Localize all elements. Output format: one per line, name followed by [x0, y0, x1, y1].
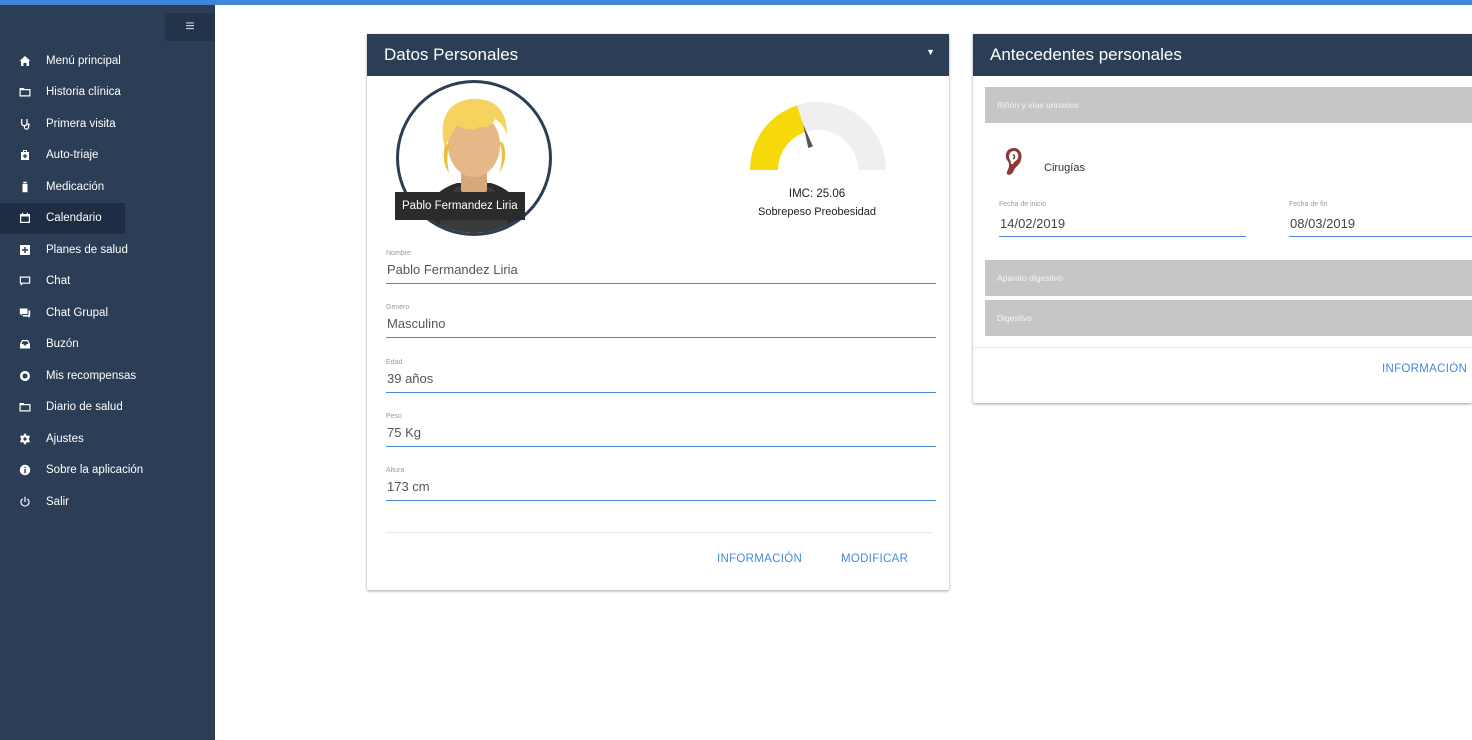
gear-icon — [16, 433, 34, 445]
group-chat-icon — [16, 307, 34, 319]
sidebar-item-planes-de-salud[interactable]: Planes de salud — [0, 234, 215, 266]
sidebar-item-label: Sobre la aplicación — [46, 464, 144, 477]
field-value: 08/03/2019 — [1289, 211, 1472, 237]
sidebar-item-sobre-la-aplicacion[interactable]: Sobre la aplicación — [0, 455, 215, 487]
sidebar-item-salir[interactable]: Salir — [0, 486, 215, 518]
stethoscope-icon — [16, 118, 34, 130]
sidebar-nav: Menú principal Historia clínica Primera … — [0, 45, 215, 518]
sidebar-item-label: Auto-triaje — [46, 149, 99, 162]
gender-field[interactable]: Genero Masculino — [386, 304, 936, 338]
imc-value: IMC: 25.06 — [788, 188, 846, 200]
sidebar-item-diario-de-salud[interactable]: Diario de salud — [0, 392, 215, 424]
sidebar-item-auto-triaje[interactable]: Auto-triaje — [0, 140, 215, 172]
sidebar-item-label: Chat Grupal — [46, 306, 109, 319]
sidebar-item-medicacion[interactable]: Medicación — [0, 171, 215, 203]
sidebar-item-label: Planes de salud — [46, 243, 128, 256]
hamburger-icon: ≡ — [185, 18, 195, 35]
field-value: 14/02/2019 — [999, 211, 1246, 237]
accordion-label: Riñón y vías urinarios — [997, 100, 1079, 110]
sidebar-item-primera-visita[interactable]: Primera visita — [0, 108, 215, 140]
sidebar-item-label: Ajustes — [46, 432, 84, 445]
personal-data-header[interactable]: Datos Personales ▼ — [367, 34, 949, 76]
field-label: Peso — [386, 413, 402, 420]
imc-gauge-fill — [750, 105, 806, 170]
sidebar-item-menu-principal[interactable]: Menú principal — [0, 45, 215, 77]
information-button[interactable]: INFORMACIÓN — [717, 553, 802, 565]
accordion-label: Digestivo — [997, 313, 1032, 323]
caret-down-icon[interactable]: ▼ — [926, 47, 935, 57]
sidebar-item-buzon[interactable]: Buzón — [0, 329, 215, 361]
info-icon — [16, 464, 34, 476]
folder-icon — [16, 86, 34, 98]
field-label: Fecha de inicio — [999, 201, 1047, 208]
history-information-button[interactable]: INFORMACIÓN — [1382, 363, 1467, 375]
field-value: 75 Kg — [386, 423, 936, 447]
field-label: Fecha de fin — [1289, 201, 1328, 208]
power-icon — [16, 496, 34, 508]
bottle-icon — [16, 181, 34, 193]
sidebar-item-mis-recompensas[interactable]: Mis recompensas — [0, 360, 215, 392]
sidebar-item-label: Mis recompensas — [46, 369, 137, 382]
field-value: Pablo Fermandez Liria — [386, 260, 936, 284]
sidebar-item-label: Menú principal — [46, 54, 121, 67]
weight-field[interactable]: Peso 75 Kg — [386, 413, 936, 447]
folder-icon — [16, 401, 34, 413]
avatar-name-badge: Pablo Fermandez Liria — [395, 192, 525, 220]
ear-icon — [1005, 148, 1022, 175]
field-label: Nombre — [386, 250, 411, 257]
top-accent-bar — [0, 0, 1472, 5]
plus-box-icon — [16, 244, 34, 256]
accordion-renal[interactable]: Riñón y vías urinarios — [985, 87, 1472, 123]
sidebar-item-chat-grupal[interactable]: Chat Grupal — [0, 297, 215, 329]
accordion-label: Aparato digestivo — [997, 273, 1063, 283]
card-divider — [973, 347, 1472, 348]
reward-icon — [16, 370, 34, 382]
menu-toggle-button[interactable]: ≡ — [165, 13, 215, 41]
start-date-field[interactable]: Fecha de inicio 14/02/2019 — [999, 201, 1246, 237]
field-label: Genero — [386, 304, 410, 311]
surgeries-label: Cirugías — [1044, 162, 1085, 174]
field-value: Masculino — [386, 314, 936, 338]
personal-history-header: Antecedentes personales — [973, 34, 1472, 76]
accordion-digestive-apparatus[interactable]: Aparato digestivo — [985, 260, 1472, 296]
sidebar-item-label: Calendario — [46, 212, 102, 225]
personal-history-card: Antecedentes personales Riñón y vías uri… — [973, 34, 1472, 403]
sidebar-item-label: Salir — [46, 495, 70, 508]
inbox-icon — [16, 338, 34, 350]
chat-icon — [16, 275, 34, 287]
imc-gauge — [750, 102, 886, 170]
field-label: Altura — [386, 467, 405, 474]
sidebar-item-ajustes[interactable]: Ajustes — [0, 423, 215, 455]
sidebar-item-label: Medicación — [46, 180, 105, 193]
age-field[interactable]: Edad 39 años — [386, 359, 936, 393]
sidebar-item-label: Historia clínica — [46, 86, 121, 99]
personal-history-title: Antecedentes personales — [990, 45, 1182, 64]
field-label: Edad — [386, 359, 403, 366]
home-icon — [16, 55, 34, 67]
sidebar-item-label: Buzón — [46, 338, 79, 351]
sidebar-item-label: Primera visita — [46, 117, 116, 130]
field-value: 39 años — [386, 369, 936, 393]
sidebar-item-label: Chat — [46, 275, 71, 288]
field-value: 173 cm — [386, 477, 936, 501]
sidebar: ≡ Menú principal Historia clínica Primer… — [0, 5, 215, 740]
end-date-field[interactable]: Fecha de fin 08/03/2019 — [1289, 201, 1472, 237]
modify-button[interactable]: MODIFICAR — [841, 553, 908, 565]
imc-category: Sobrepeso Preobesidad — [757, 206, 877, 218]
card-divider — [386, 532, 932, 533]
name-field[interactable]: Nombre Pablo Fermandez Liria — [386, 250, 936, 284]
medkit-icon — [16, 149, 34, 161]
sidebar-item-historia-clinica[interactable]: Historia clínica — [0, 77, 215, 109]
personal-data-title: Datos Personales — [384, 45, 519, 64]
sidebar-item-chat[interactable]: Chat — [0, 266, 215, 298]
personal-data-card: Datos Personales ▼ Pablo Fermandez Liria… — [367, 34, 949, 590]
calendar-icon — [16, 212, 34, 224]
height-field[interactable]: Altura 173 cm — [386, 467, 936, 501]
sidebar-item-label: Diario de salud — [46, 401, 123, 414]
sidebar-item-calendario[interactable]: Calendario — [0, 202, 125, 234]
accordion-digestive[interactable]: Digestivo — [985, 300, 1472, 336]
